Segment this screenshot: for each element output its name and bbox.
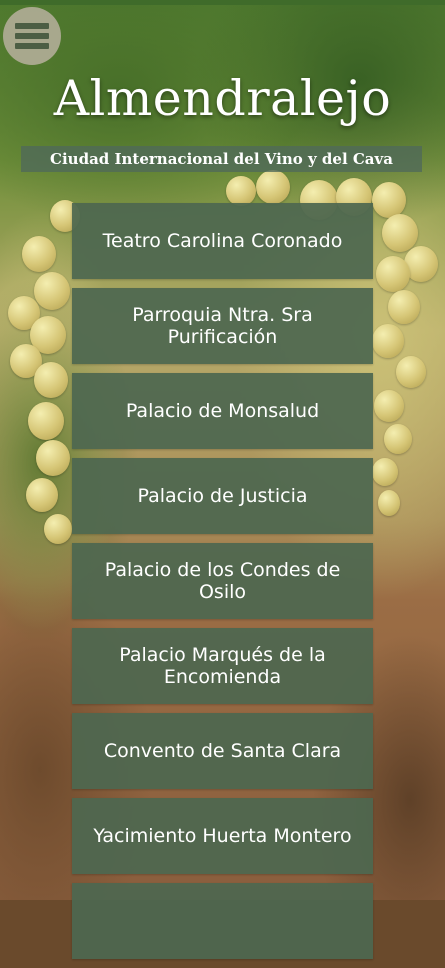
places-list: Teatro Carolina Coronado Parroquia Ntra.…: [72, 203, 373, 968]
place-button-yacimiento-huerta-montero[interactable]: Yacimiento Huerta Montero: [72, 798, 373, 874]
menu-button[interactable]: [3, 7, 61, 65]
subtitle-banner: Ciudad Internacional del Vino y del Cava: [21, 146, 422, 172]
hamburger-menu-icon: [15, 23, 49, 49]
place-button-teatro-carolina-coronado[interactable]: Teatro Carolina Coronado: [72, 203, 373, 279]
app-title: Almendralejo: [53, 70, 392, 127]
place-button-convento-santa-clara[interactable]: Convento de Santa Clara: [72, 713, 373, 789]
place-button-palacio-justicia[interactable]: Palacio de Justicia: [72, 458, 373, 534]
place-button-palacio-marques-encomienda[interactable]: Palacio Marqués de la Encomienda: [72, 628, 373, 704]
place-button-parroquia-purificacion[interactable]: Parroquia Ntra. Sra Purificación: [72, 288, 373, 364]
top-bar: [0, 0, 445, 5]
app-subtitle: Ciudad Internacional del Vino y del Cava: [21, 146, 422, 172]
place-button-palacio-condes-osilo[interactable]: Palacio de los Condes de Osilo: [72, 543, 373, 619]
place-button-partial[interactable]: [72, 883, 373, 959]
place-button-palacio-monsalud[interactable]: Palacio de Monsalud: [72, 373, 373, 449]
